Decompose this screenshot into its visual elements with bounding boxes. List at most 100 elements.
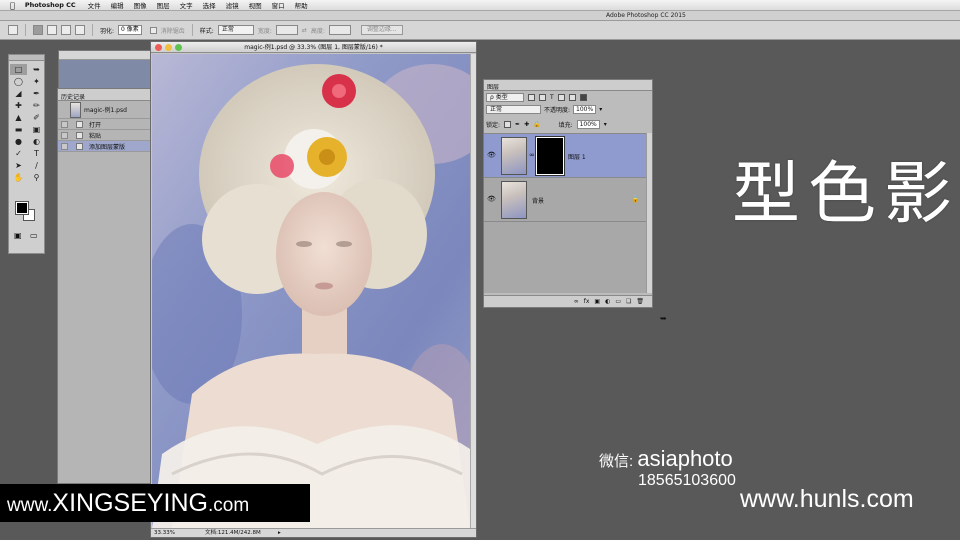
layer-filter-kind-select[interactable]: ρ 类型: [486, 93, 524, 102]
history-brush-tool-icon[interactable]: ✐: [28, 112, 45, 123]
site-main: XINGSEYING: [52, 489, 208, 517]
screen-mode-icon[interactable]: ▭: [30, 231, 38, 240]
menu-type[interactable]: 文字: [180, 0, 193, 10]
antialias-checkbox[interactable]: [149, 26, 157, 34]
minimize-window-button[interactable]: [165, 44, 172, 51]
history-brush-source-checkbox[interactable]: [61, 142, 68, 150]
width-input[interactable]: [275, 25, 298, 35]
layer-name[interactable]: 背景: [532, 196, 544, 205]
document-vertical-scrollbar[interactable]: [470, 54, 476, 528]
delete-layer-icon[interactable]: 🗑: [636, 296, 644, 307]
feather-input[interactable]: 0 像素: [118, 25, 142, 35]
layer-name[interactable]: 图层 1: [568, 152, 586, 161]
zoom-tool-icon[interactable]: ⚲: [28, 172, 45, 183]
blend-mode-select[interactable]: 正常: [486, 105, 541, 114]
healing-brush-tool-icon[interactable]: ✚: [10, 100, 27, 111]
new-selection-icon[interactable]: [33, 25, 43, 35]
menu-filter[interactable]: 滤镜: [226, 0, 239, 10]
history-brush-source-checkbox[interactable]: [61, 120, 68, 128]
document-titlebar[interactable]: magic-例1.psd @ 33.3% (图层 1, 图层蒙版/16) *: [151, 42, 476, 53]
eraser-tool-icon[interactable]: ▬: [10, 124, 27, 135]
layer-thumbnail[interactable]: [501, 181, 527, 219]
menu-window[interactable]: 窗口: [272, 0, 285, 10]
add-selection-icon[interactable]: [47, 25, 57, 35]
filter-adjustment-icon[interactable]: [539, 94, 546, 101]
menu-view[interactable]: 视图: [249, 0, 262, 10]
history-step-paste[interactable]: 粘贴: [58, 130, 163, 141]
history-step-add-mask[interactable]: 添加图层蒙版: [58, 141, 163, 152]
new-adjustment-icon[interactable]: ◐: [605, 296, 610, 307]
close-window-button[interactable]: [155, 44, 162, 51]
layer-row[interactable]: 👁 ∞ 图层 1: [484, 134, 646, 178]
subtract-selection-icon[interactable]: [61, 25, 71, 35]
zoom-window-button[interactable]: [175, 44, 182, 51]
filter-toggle-icon[interactable]: [579, 94, 587, 101]
add-mask-icon[interactable]: ▣: [594, 296, 600, 307]
history-brush-source-checkbox[interactable]: [61, 131, 68, 139]
quick-mask-icon[interactable]: ▣: [14, 231, 22, 240]
lock-transparent-icon[interactable]: [504, 121, 512, 128]
height-input[interactable]: [328, 25, 351, 35]
menu-app-name[interactable]: Photoshop CC: [25, 1, 76, 9]
opacity-input[interactable]: 100%: [573, 105, 597, 114]
marquee-preset-icon[interactable]: [8, 25, 18, 35]
document-canvas[interactable]: [152, 54, 470, 528]
move-tool-icon[interactable]: ➥: [28, 64, 45, 75]
hand-tool-icon[interactable]: ✋: [10, 172, 27, 183]
layer-row[interactable]: 👁 背景 🔒: [484, 178, 646, 222]
status-menu-arrow-icon[interactable]: ▸: [278, 529, 281, 538]
clone-stamp-tool-icon[interactable]: ▲: [10, 112, 27, 123]
eyedropper-tool-icon[interactable]: ✒: [28, 88, 45, 99]
layers-panel-tab[interactable]: 图层: [484, 80, 652, 91]
lock-position-icon[interactable]: ✚: [524, 121, 529, 128]
crop-tool-icon[interactable]: ◢: [10, 88, 27, 99]
history-step-open[interactable]: 打开: [58, 119, 163, 130]
eye-icon[interactable]: 👁: [487, 151, 496, 159]
blur-tool-icon[interactable]: ●: [10, 136, 27, 147]
rect-marquee-tool-icon[interactable]: □: [10, 64, 27, 75]
mask-link-icon[interactable]: ∞: [529, 151, 535, 159]
swap-dimensions-icon[interactable]: ⇄: [302, 27, 307, 34]
layer-mask-thumbnail[interactable]: [535, 136, 565, 176]
filter-shape-icon[interactable]: [557, 94, 565, 101]
path-select-tool-icon[interactable]: ➤: [10, 160, 27, 171]
layer-style-icon[interactable]: fx: [584, 296, 590, 307]
fill-input[interactable]: 100%: [576, 120, 600, 129]
menu-layer[interactable]: 图层: [157, 0, 170, 10]
menu-file[interactable]: 文件: [88, 0, 101, 10]
background-document-titlebar[interactable]: [59, 51, 153, 60]
quick-select-tool-icon[interactable]: ✦: [28, 76, 45, 87]
lasso-tool-icon[interactable]: ◯: [10, 76, 27, 87]
dodge-tool-icon[interactable]: ◐: [28, 136, 45, 147]
gradient-tool-icon[interactable]: ▣: [28, 124, 45, 135]
filter-type-icon[interactable]: T: [550, 94, 554, 101]
style-select[interactable]: 正常: [217, 25, 254, 35]
lock-paint-icon[interactable]: ✒: [515, 121, 520, 128]
menu-edit[interactable]: 编辑: [111, 0, 124, 10]
lock-all-icon[interactable]: 🔒: [533, 121, 540, 128]
layer-thumbnail[interactable]: [501, 137, 527, 175]
eye-icon[interactable]: 👁: [487, 195, 496, 203]
history-snapshot[interactable]: magic-例1.psd: [58, 101, 163, 119]
refine-edge-button[interactable]: 调整边缘...: [360, 25, 403, 35]
filter-pixel-icon[interactable]: [528, 94, 535, 101]
layers-vertical-scrollbar[interactable]: [646, 133, 652, 293]
fill-dropdown-icon[interactable]: ▾: [604, 121, 607, 128]
opacity-dropdown-icon[interactable]: ▾: [599, 106, 602, 113]
brush-tool-icon[interactable]: ✏: [28, 100, 45, 111]
menu-select[interactable]: 选择: [203, 0, 216, 10]
link-layers-icon[interactable]: ∞: [574, 296, 579, 307]
intersect-selection-icon[interactable]: [75, 25, 85, 35]
apple-icon[interactable]: : [10, 1, 15, 10]
menu-help[interactable]: 帮助: [295, 0, 308, 10]
zoom-level[interactable]: 33.33%: [154, 529, 175, 538]
line-tool-icon[interactable]: ∕: [28, 160, 45, 171]
pen-tool-icon[interactable]: ✓: [10, 148, 27, 159]
foreground-color-swatch[interactable]: [15, 201, 29, 215]
filter-smart-object-icon[interactable]: [568, 94, 576, 101]
menu-image[interactable]: 图像: [134, 0, 147, 10]
type-tool-icon[interactable]: T: [28, 148, 45, 159]
new-layer-icon[interactable]: ❏: [626, 296, 631, 307]
new-group-icon[interactable]: ▭: [615, 296, 621, 307]
history-panel-tab[interactable]: 历史记录: [58, 89, 163, 101]
